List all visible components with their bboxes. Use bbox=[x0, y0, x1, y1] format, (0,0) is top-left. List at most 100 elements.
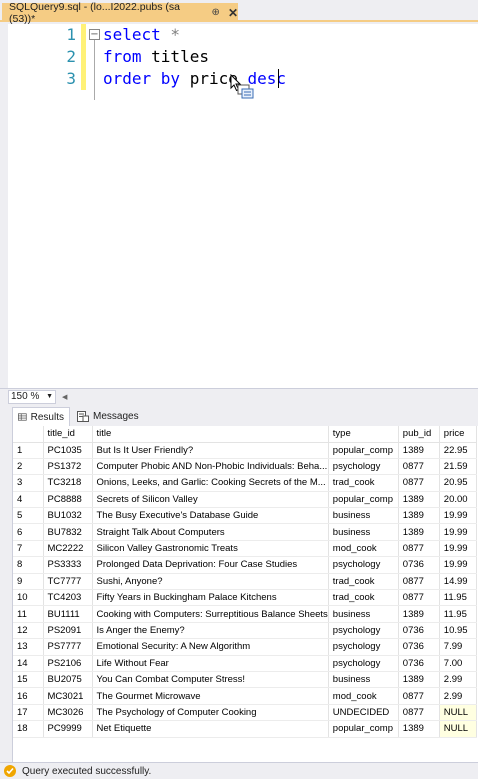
pub-id-cell[interactable]: 1389 bbox=[398, 720, 440, 738]
pub-id-cell[interactable]: 0877 bbox=[398, 687, 440, 705]
tab-results[interactable]: Results bbox=[12, 407, 70, 426]
pin-icon[interactable]: ⊕ bbox=[212, 7, 220, 18]
type-cell[interactable]: mod_cook bbox=[328, 540, 399, 558]
title-id-cell[interactable]: PS7777 bbox=[43, 638, 93, 656]
table-row[interactable]: 6 BU7832 Straight Talk About Computers busi… bbox=[13, 523, 477, 541]
column-header-price[interactable]: price bbox=[439, 426, 477, 443]
type-cell[interactable]: psychology bbox=[328, 622, 399, 640]
collapse-icon[interactable]: − bbox=[89, 29, 100, 40]
price-cell[interactable]: 19.99 bbox=[439, 523, 477, 541]
pub-id-cell[interactable]: 0736 bbox=[398, 655, 440, 672]
table-row[interactable]: 10 TC4203 Fifty Years in Buckingham Palace… bbox=[13, 589, 477, 607]
row-number[interactable]: 3 bbox=[13, 474, 44, 492]
pub-id-cell[interactable]: 1389 bbox=[398, 442, 440, 459]
price-cell[interactable]: NULL bbox=[439, 704, 477, 722]
sql-editor[interactable]: 1 − select * 2 from titles 3 order by pr… bbox=[0, 24, 478, 388]
title-id-cell[interactable]: TC4203 bbox=[43, 589, 93, 607]
type-cell[interactable]: business bbox=[328, 507, 399, 525]
pub-id-cell[interactable]: 0877 bbox=[398, 573, 440, 591]
title-cell[interactable]: But Is It User Friendly? bbox=[92, 442, 329, 459]
table-row[interactable]: 13 PS7777 Emotional Security: A New Algori… bbox=[13, 638, 477, 656]
table-row[interactable]: 11 BU1111 Cooking with Computers: Surrepti… bbox=[13, 605, 477, 623]
type-cell[interactable]: trad_cook bbox=[328, 474, 399, 492]
row-number[interactable]: 6 bbox=[13, 523, 44, 541]
title-cell[interactable]: Secrets of Silicon Valley bbox=[92, 491, 329, 509]
row-number[interactable]: 14 bbox=[13, 655, 44, 672]
table-row[interactable]: 18 PC9999 Net Etiquette popular_comp 1389 NUL… bbox=[13, 720, 477, 738]
tab-messages[interactable]: Messages bbox=[72, 407, 144, 426]
table-row[interactable]: 12 PS2091 Is Anger the Enemy? psychology 073… bbox=[13, 622, 477, 640]
query-document-tab[interactable]: SQLQuery9.sql - (lo...I2022.pubs (sa (53… bbox=[2, 1, 238, 25]
price-cell[interactable]: 14.99 bbox=[439, 573, 477, 591]
pub-id-cell[interactable]: 0877 bbox=[398, 458, 440, 476]
row-number[interactable]: 12 bbox=[13, 622, 44, 640]
title-cell[interactable]: Prolonged Data Deprivation: Four Case St… bbox=[92, 556, 329, 574]
price-cell[interactable]: 22.95 bbox=[439, 442, 477, 459]
table-row[interactable]: 5 BU1032 The Busy Executive's Database Gui… bbox=[13, 507, 477, 525]
price-cell[interactable]: 11.95 bbox=[439, 605, 477, 623]
price-cell[interactable]: 10.95 bbox=[439, 622, 477, 640]
table-row[interactable]: 1 PC1035 But Is It User Friendly? popular_c… bbox=[13, 442, 477, 459]
row-number[interactable]: 16 bbox=[13, 687, 44, 705]
table-row[interactable]: 9 TC7777 Sushi, Anyone? trad_cook 0877 14.99 bbox=[13, 573, 477, 591]
title-id-cell[interactable]: PS3333 bbox=[43, 556, 93, 574]
title-id-cell[interactable]: MC2222 bbox=[43, 540, 93, 558]
type-cell[interactable]: business bbox=[328, 523, 399, 541]
type-cell[interactable]: popular_comp bbox=[328, 491, 399, 509]
type-cell[interactable]: psychology bbox=[328, 556, 399, 574]
title-cell[interactable]: Is Anger the Enemy? bbox=[92, 622, 329, 640]
price-cell[interactable]: 19.99 bbox=[439, 556, 477, 574]
title-id-cell[interactable]: PC8888 bbox=[43, 491, 93, 509]
title-cell[interactable]: Life Without Fear bbox=[92, 655, 329, 672]
close-tab-icon[interactable]: ✕ bbox=[228, 6, 238, 20]
title-id-cell[interactable]: PS2091 bbox=[43, 622, 93, 640]
pub-id-cell[interactable]: 0736 bbox=[398, 638, 440, 656]
column-header-title[interactable]: title bbox=[92, 426, 329, 443]
title-id-cell[interactable]: BU1032 bbox=[43, 507, 93, 525]
pub-id-cell[interactable]: 1389 bbox=[398, 491, 440, 509]
title-cell[interactable]: Sushi, Anyone? bbox=[92, 573, 329, 591]
title-cell[interactable]: The Gourmet Microwave bbox=[92, 687, 329, 705]
pub-id-cell[interactable]: 1389 bbox=[398, 507, 440, 525]
title-cell[interactable]: The Busy Executive's Database Guide bbox=[92, 507, 329, 525]
table-row[interactable]: 15 BU2075 You Can Combat Computer Stress! b… bbox=[13, 671, 477, 689]
title-id-cell[interactable]: MC3021 bbox=[43, 687, 93, 705]
type-cell[interactable]: mod_cook bbox=[328, 687, 399, 705]
price-cell[interactable]: 19.99 bbox=[439, 507, 477, 525]
title-cell[interactable]: You Can Combat Computer Stress! bbox=[92, 671, 329, 689]
title-cell[interactable]: Computer Phobic AND Non-Phobic Individua… bbox=[92, 458, 329, 476]
type-cell[interactable]: trad_cook bbox=[328, 573, 399, 591]
pub-id-cell[interactable]: 1389 bbox=[398, 671, 440, 689]
title-id-cell[interactable]: MC3026 bbox=[43, 704, 93, 722]
pub-id-cell[interactable]: 0877 bbox=[398, 540, 440, 558]
type-cell[interactable]: business bbox=[328, 671, 399, 689]
price-cell[interactable]: 19.99 bbox=[439, 540, 477, 558]
table-row[interactable]: 17 MC3026 The Psychology of Computer Cooki… bbox=[13, 704, 477, 722]
title-id-cell[interactable]: PC1035 bbox=[43, 442, 93, 459]
table-row[interactable]: 7 MC2222 Silicon Valley Gastronomic Treats… bbox=[13, 540, 477, 558]
scroll-left-icon[interactable]: ◀ bbox=[62, 393, 67, 401]
title-cell[interactable]: Net Etiquette bbox=[92, 720, 329, 738]
column-header-pub-id[interactable]: pub_id bbox=[398, 426, 440, 443]
zoom-select[interactable]: 150 % ▼ bbox=[8, 389, 56, 404]
title-id-cell[interactable]: BU2075 bbox=[43, 671, 93, 689]
type-cell[interactable]: business bbox=[328, 605, 399, 623]
type-cell[interactable]: popular_comp bbox=[328, 442, 399, 459]
price-cell[interactable]: 2.99 bbox=[439, 671, 477, 689]
results-grid[interactable]: title_id title type pub_id price 1 PC1035 But … bbox=[12, 426, 478, 762]
row-number[interactable]: 11 bbox=[13, 605, 44, 623]
row-number[interactable]: 18 bbox=[13, 720, 44, 738]
title-cell[interactable]: Straight Talk About Computers bbox=[92, 523, 329, 541]
column-header-type[interactable]: type bbox=[328, 426, 399, 443]
type-cell[interactable]: trad_cook bbox=[328, 589, 399, 607]
row-number[interactable]: 9 bbox=[13, 573, 44, 591]
table-row[interactable]: 3 TC3218 Onions, Leeks, and Garlic: Cookin… bbox=[13, 474, 477, 492]
table-row[interactable]: 16 MC3021 The Gourmet Microwave mod_cook 087… bbox=[13, 687, 477, 705]
table-row[interactable]: 8 PS3333 Prolonged Data Deprivation: Four … bbox=[13, 556, 477, 574]
row-number[interactable]: 2 bbox=[13, 458, 44, 476]
pub-id-cell[interactable]: 0736 bbox=[398, 556, 440, 574]
pub-id-cell[interactable]: 0877 bbox=[398, 704, 440, 722]
row-number[interactable]: 8 bbox=[13, 556, 44, 574]
pub-id-cell[interactable]: 1389 bbox=[398, 605, 440, 623]
type-cell[interactable]: UNDECIDED bbox=[328, 704, 399, 722]
